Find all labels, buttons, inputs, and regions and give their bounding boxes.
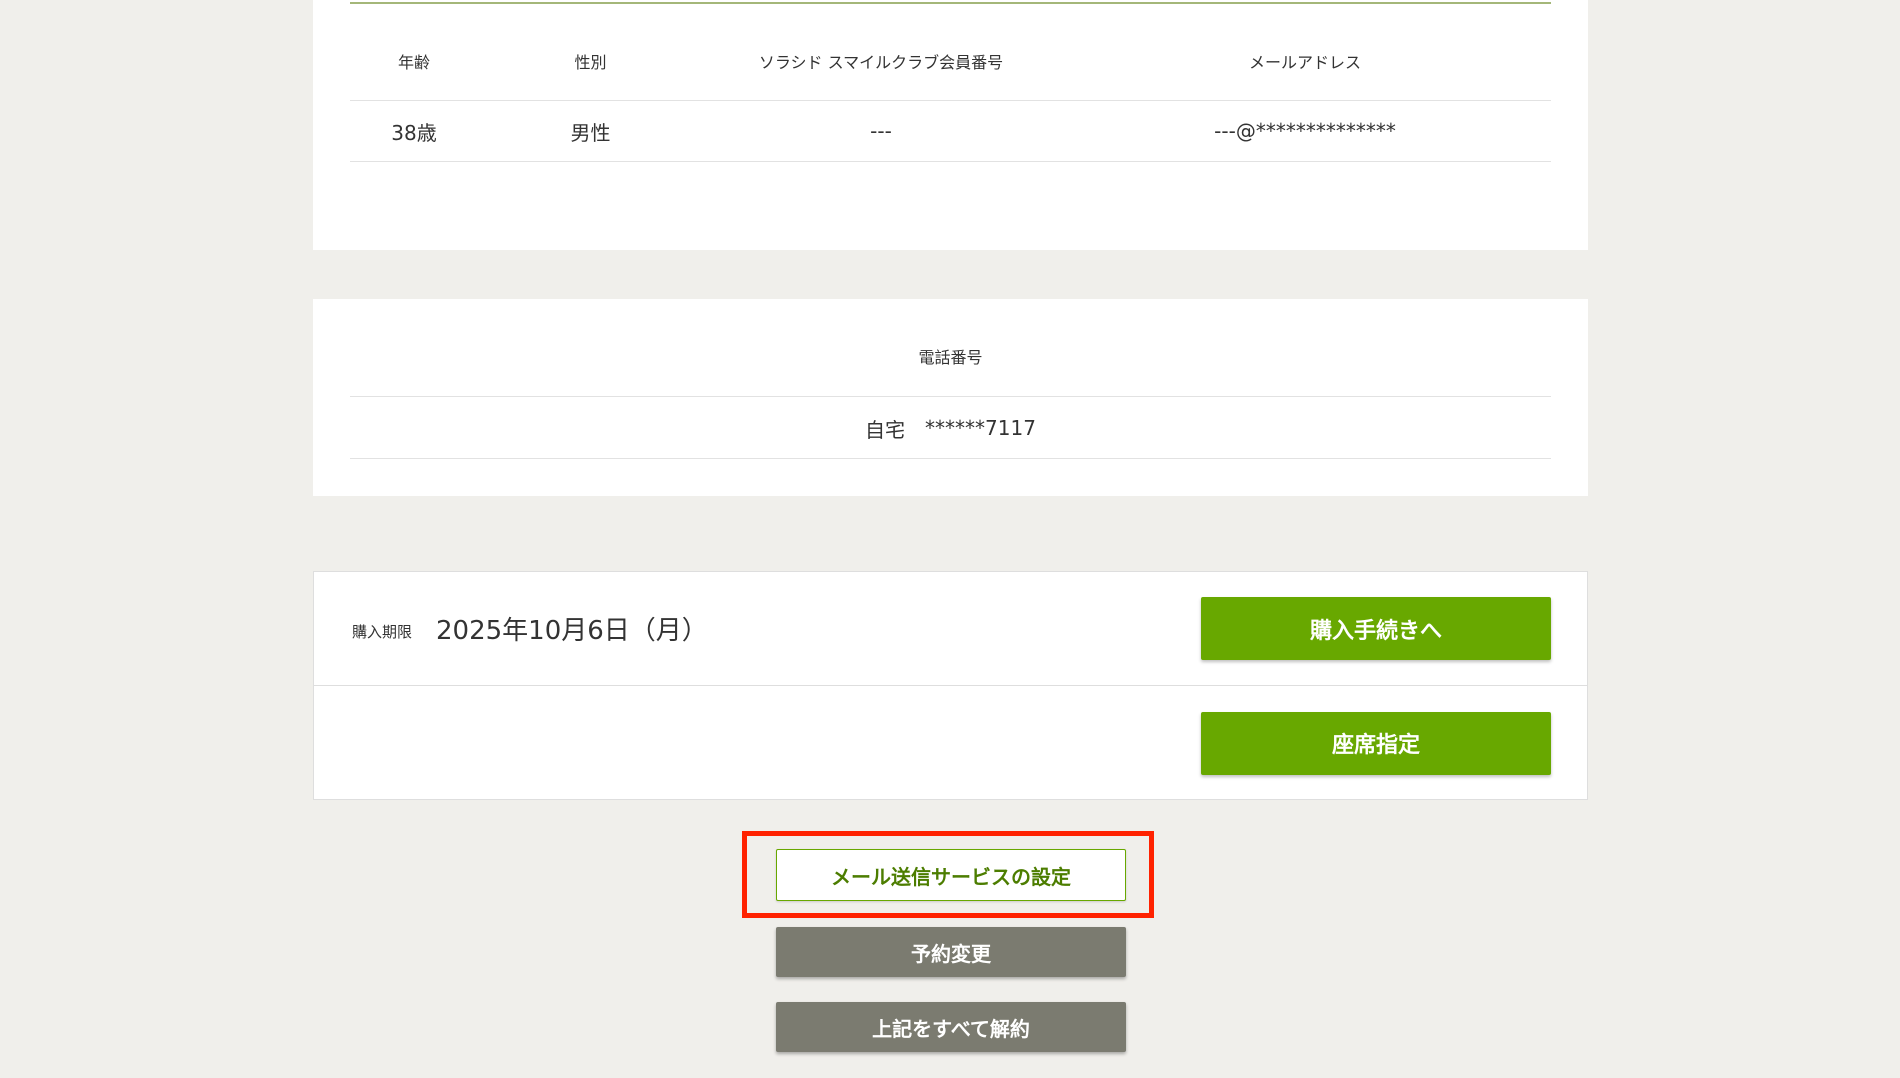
seat-selection-button[interactable]: 座席指定 (1201, 711, 1551, 775)
age-value: 38歳 (350, 100, 478, 162)
deadline-value: 2025年10月6日（月） (436, 616, 708, 646)
change-reservation-button[interactable]: 予約変更 (776, 927, 1126, 977)
email-value: ---@************** (1059, 100, 1551, 162)
phone-header: 電話番号 (350, 299, 1551, 397)
table-row: 38歳 男性 --- ---@************** (350, 100, 1551, 162)
purchase-deadline-row: 購入期限 2025年10月6日（月） 購入手続きへ (314, 572, 1587, 686)
seat-row: 座席指定 (314, 686, 1587, 800)
purchase-card: 購入期限 2025年10月6日（月） 購入手続きへ 座席指定 (313, 571, 1588, 800)
age-header: 年齢 (350, 22, 478, 101)
phone-card: 電話番号 自宅 ******7117 (313, 299, 1588, 496)
phone-type: 自宅 (865, 417, 906, 442)
email-header: メールアドレス (1059, 22, 1551, 101)
phone-number: ******7117 (925, 416, 1036, 440)
deadline-label: 購入期限 (352, 623, 413, 641)
cancel-all-button[interactable]: 上記をすべて解約 (776, 1002, 1126, 1052)
gender-value: 男性 (478, 100, 703, 162)
member-number-header: ソラシド スマイルクラブ会員番号 (703, 22, 1059, 101)
member-number-value: --- (703, 100, 1059, 162)
section-divider (350, 2, 1551, 4)
purchase-button[interactable]: 購入手続きへ (1201, 597, 1551, 660)
gender-header: 性別 (478, 22, 703, 101)
member-info-table: 年齢 性別 ソラシド スマイルクラブ会員番号 メールアドレス 38歳 男性 --… (350, 22, 1551, 162)
phone-row: 自宅 ******7117 (350, 398, 1551, 459)
table-header-row: 年齢 性別 ソラシド スマイルクラブ会員番号 メールアドレス (350, 22, 1551, 101)
mail-setting-button[interactable]: メール送信サービスの設定 (776, 849, 1126, 901)
member-info-card: 年齢 性別 ソラシド スマイルクラブ会員番号 メールアドレス 38歳 男性 --… (313, 0, 1588, 250)
